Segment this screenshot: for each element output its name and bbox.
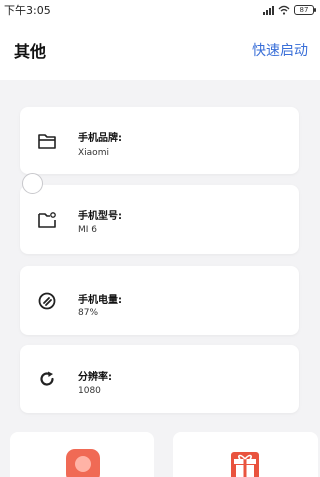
phone-battery-card[interactable]: 手机电量: 87% (20, 266, 299, 335)
resolution-value: 1080 (78, 386, 101, 396)
gift-icon (228, 449, 262, 477)
folder-plus-icon (35, 208, 59, 232)
status-icons: 87 (263, 5, 316, 15)
bottom-tile-left[interactable] (10, 432, 154, 477)
refresh-icon (35, 367, 59, 391)
phone-battery-value: 87% (78, 308, 99, 318)
status-bar: 下午3:05 87 (0, 0, 320, 20)
bottom-tile-right[interactable] (173, 432, 318, 477)
folder-icon (35, 129, 59, 153)
drag-handle[interactable] (22, 173, 43, 194)
header: 其他 快速启动 (0, 20, 320, 80)
phone-model-value: MI 6 (78, 225, 98, 235)
app-tile-icon (66, 449, 100, 477)
phone-model-card[interactable]: 手机型号: MI 6 (20, 185, 299, 254)
phone-brand-card[interactable]: 手机品牌: Xiaomi (20, 107, 299, 174)
resolution-card[interactable]: 分辨率: 1080 (20, 345, 299, 413)
phone-battery-label: 手机电量: (78, 295, 122, 306)
battery-gauge-icon (35, 289, 59, 313)
wifi-icon (278, 5, 290, 15)
signal-icon (263, 5, 274, 15)
status-time: 下午3:05 (4, 4, 51, 17)
page-title: 其他 (14, 42, 47, 61)
quick-start-button[interactable]: 快速启动 (252, 40, 308, 60)
phone-brand-label: 手机品牌: (78, 133, 122, 144)
battery-icon: 87 (294, 5, 316, 15)
resolution-label: 分辨率: (78, 372, 112, 383)
phone-model-label: 手机型号: (78, 211, 122, 222)
phone-brand-value: Xiaomi (78, 148, 109, 158)
